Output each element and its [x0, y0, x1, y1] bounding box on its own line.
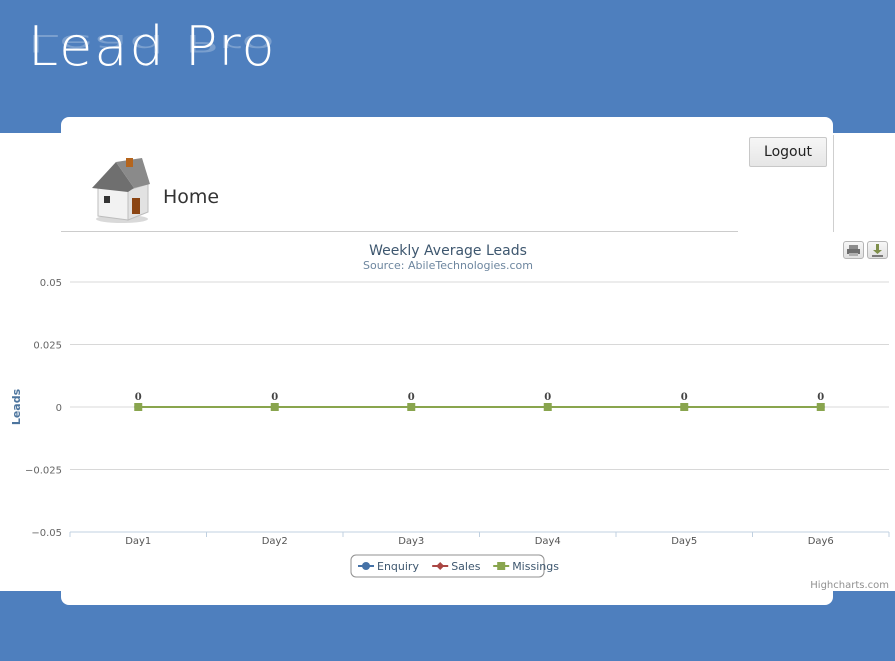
- data-point-missings: [407, 403, 416, 411]
- legend-marker: [497, 562, 506, 570]
- x-tick-label: Day6: [808, 536, 834, 547]
- card-divider-vertical: [833, 135, 834, 232]
- data-label: 0: [135, 392, 142, 403]
- data-point-missings: [543, 403, 552, 411]
- data-label: 0: [408, 392, 415, 403]
- y-tick-label: −0.05: [31, 528, 62, 539]
- print-icon: [847, 245, 860, 256]
- data-label: 0: [544, 392, 551, 403]
- x-tick-label: Day3: [398, 536, 424, 547]
- app-logo: Lead Pro: [28, 15, 277, 78]
- chart-legend: Enquiry Sales Missings: [350, 554, 559, 578]
- data-point-missings: [680, 403, 689, 411]
- legend-label: Enquiry: [377, 560, 419, 573]
- y-axis-label: Leads: [10, 388, 23, 425]
- x-tick-label: Day5: [671, 536, 697, 547]
- data-point-missings: [134, 403, 143, 411]
- leads-chart: 0.05 0.025 0 −0.025 −0.05 Day1 Day2 Day3 Day4 Da…: [0, 233, 895, 591]
- y-tick-label: 0.05: [40, 278, 62, 289]
- y-tick-label: 0: [56, 403, 62, 414]
- legend-label: Missings: [512, 560, 559, 573]
- x-tick-label: Day1: [125, 536, 151, 547]
- x-tick-label: Day4: [535, 536, 561, 547]
- data-label: 0: [271, 392, 278, 403]
- logout-button[interactable]: Logout: [749, 137, 827, 167]
- home-icon: [92, 158, 150, 223]
- data-point-missings: [270, 403, 279, 411]
- download-icon: [872, 244, 883, 257]
- data-label: 0: [817, 392, 824, 403]
- y-tick-label: 0.025: [33, 341, 62, 352]
- legend-label: Sales: [451, 560, 481, 573]
- header-divider: [61, 231, 738, 232]
- legend-marker: [362, 562, 370, 570]
- print-button[interactable]: [843, 241, 864, 259]
- chart-title: Weekly Average Leads: [369, 243, 527, 259]
- page-title: Home: [163, 186, 220, 208]
- y-tick-label: −0.025: [25, 466, 62, 477]
- download-button[interactable]: [867, 241, 888, 259]
- chart-credits[interactable]: Highcharts.com: [810, 580, 889, 591]
- x-tick-label: Day2: [262, 536, 288, 547]
- data-label: 0: [681, 392, 688, 403]
- chart-subtitle: Source: AbileTechnologies.com: [363, 259, 533, 272]
- data-point-missings: [816, 403, 825, 411]
